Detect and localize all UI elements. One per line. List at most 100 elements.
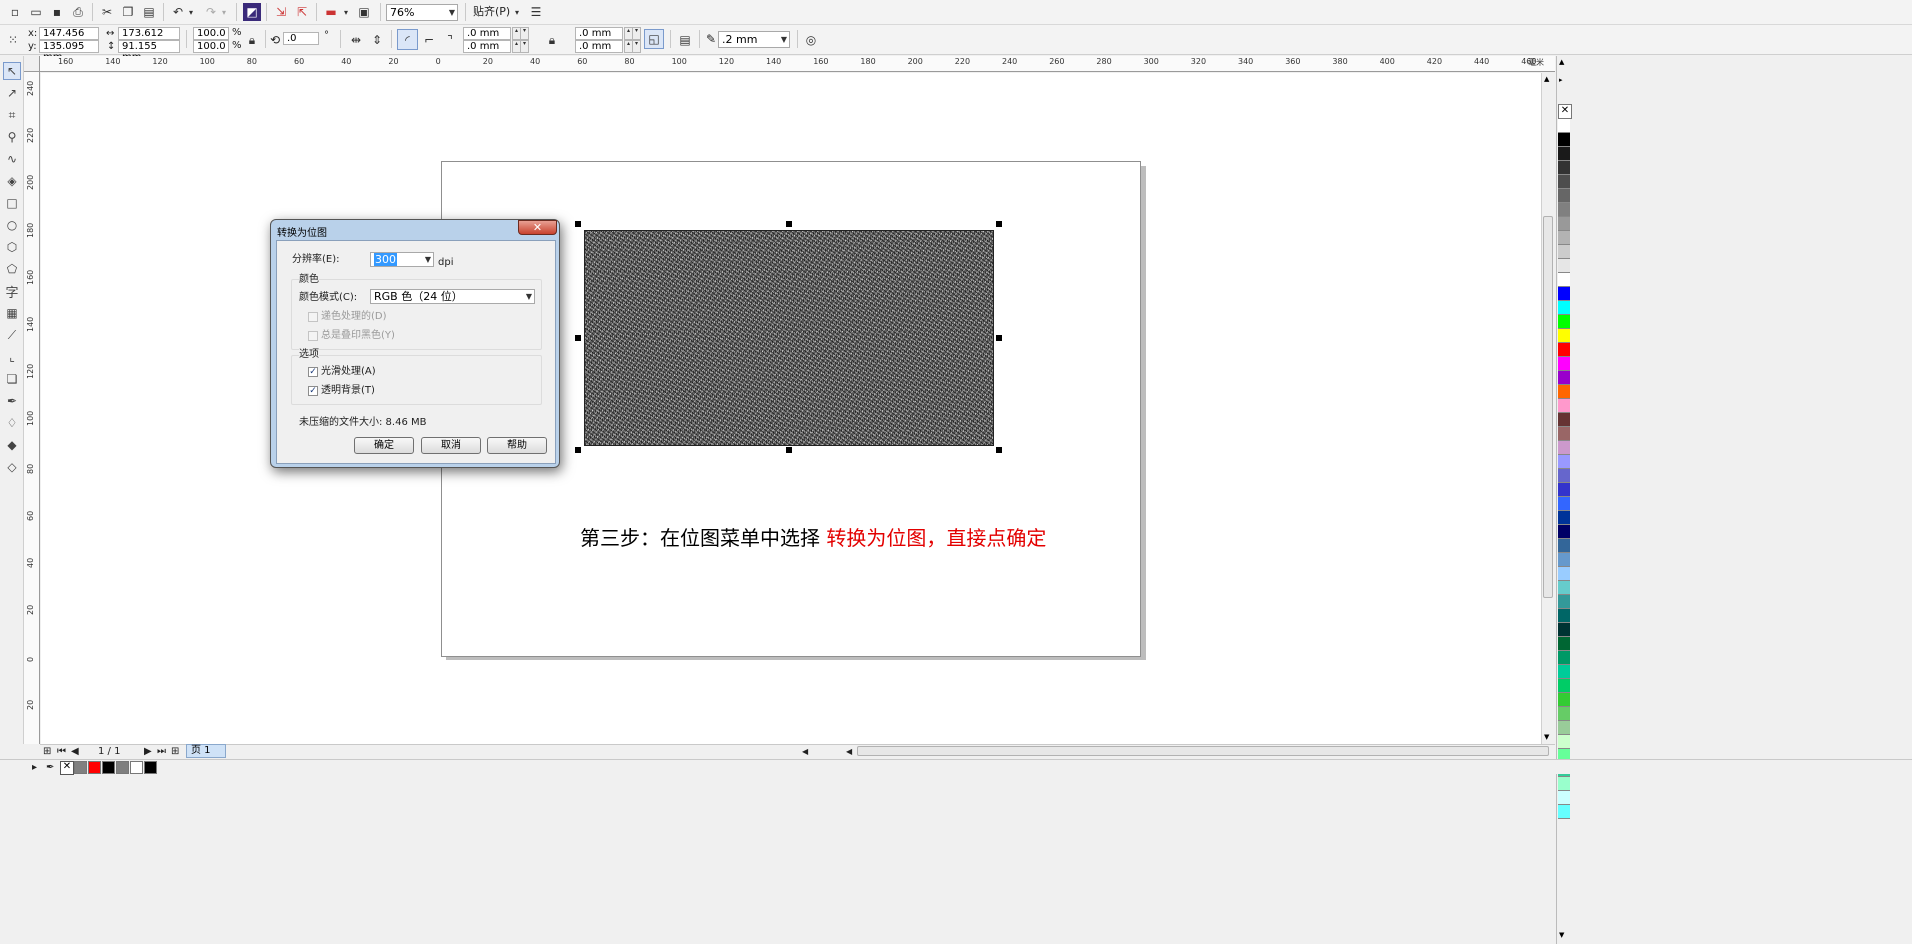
snap-to-button[interactable]: 贴齐(P) <box>473 6 510 18</box>
scallop-corner-icon[interactable]: ⌐ <box>420 31 438 49</box>
color-swatch[interactable] <box>1558 147 1570 161</box>
print-icon[interactable]: ⎙ <box>69 3 87 21</box>
rectangle-tool-icon[interactable]: □ <box>3 194 21 212</box>
document-color-swatch[interactable] <box>130 761 143 774</box>
mirror-vertical-icon[interactable]: ⇕ <box>368 31 386 49</box>
freehand-tool-icon[interactable]: ∿ <box>3 150 21 168</box>
color-swatch[interactable] <box>1558 175 1570 189</box>
color-swatch[interactable] <box>1558 525 1570 539</box>
connector-tool-icon[interactable]: ⌞ <box>3 348 21 366</box>
convert-to-curves-icon[interactable]: ◎ <box>802 31 820 49</box>
text-tool-icon[interactable]: 字 <box>3 282 21 301</box>
selected-noise-rectangle[interactable] <box>584 230 994 446</box>
spin-down-icon[interactable]: ▾ <box>632 40 641 53</box>
color-swatch[interactable] <box>1558 399 1570 413</box>
selection-handle[interactable] <box>575 335 581 341</box>
selection-handle[interactable] <box>996 221 1002 227</box>
redo-icon[interactable]: ↷ <box>202 3 220 21</box>
color-swatch[interactable] <box>1558 343 1570 357</box>
width-input[interactable]: 173.612 mm <box>118 27 180 50</box>
search-content-icon[interactable]: ◩ <box>243 3 261 21</box>
dimension-tool-icon[interactable]: ⟋ <box>3 326 21 344</box>
selection-handle[interactable] <box>996 335 1002 341</box>
dither-checkbox[interactable] <box>308 312 318 322</box>
color-swatch[interactable] <box>1558 567 1570 581</box>
cut-icon[interactable]: ✂ <box>98 3 116 21</box>
document-color-swatch[interactable] <box>88 761 101 774</box>
chamfer-corner-icon[interactable]: ⌝ <box>441 31 459 49</box>
horizontal-ruler[interactable]: 160 140 120 100 80 60 40 20 0 20 40 60 80 100 120 140 16… <box>40 56 1555 72</box>
no-color-icon[interactable]: ✕ <box>1558 104 1572 119</box>
color-swatch[interactable] <box>1558 385 1570 399</box>
color-swatch[interactable] <box>1558 707 1570 721</box>
height-input[interactable]: 91.155 mm <box>118 40 180 63</box>
mirror-horizontal-icon[interactable]: ⇹ <box>347 31 365 49</box>
document-color-swatch[interactable] <box>102 761 115 774</box>
new-document-icon[interactable]: ▫ <box>6 3 24 21</box>
spin-down-icon[interactable]: ▾ <box>520 27 529 40</box>
color-swatch[interactable] <box>1558 357 1570 371</box>
undo-dropdown-icon[interactable]: ▾ <box>186 3 196 21</box>
next-page-icon[interactable]: ▶ <box>144 746 152 758</box>
table-tool-icon[interactable]: ▦ <box>3 304 21 322</box>
color-swatch[interactable] <box>1558 581 1570 595</box>
color-swatch[interactable] <box>1558 413 1570 427</box>
help-button[interactable]: 帮助 <box>487 437 547 454</box>
outline-width-select[interactable]: .2 mm ▼ <box>718 31 790 48</box>
copy-icon[interactable]: ❐ <box>119 3 137 21</box>
color-swatch[interactable] <box>1558 735 1570 749</box>
color-swatch[interactable] <box>1558 791 1570 805</box>
color-swatch[interactable] <box>1558 511 1570 525</box>
color-swatch[interactable] <box>1558 721 1570 735</box>
color-swatch[interactable] <box>1558 497 1570 511</box>
color-swatch[interactable] <box>1558 161 1570 175</box>
color-swatch[interactable] <box>1558 623 1570 637</box>
first-page-icon[interactable]: ⏮ <box>57 746 66 758</box>
palette-scroll-down-icon[interactable]: ▼ <box>1559 931 1564 939</box>
launcher-dropdown-icon[interactable]: ▾ <box>341 3 351 21</box>
zoom-tool-icon[interactable]: ⚲ <box>3 128 21 146</box>
ok-button[interactable]: 确定 <box>354 437 414 454</box>
spin-down-icon[interactable]: ▾ <box>520 40 529 53</box>
ruler-origin[interactable] <box>24 56 40 72</box>
overprint-black-checkbox[interactable] <box>308 331 318 341</box>
color-swatch[interactable] <box>1558 539 1570 553</box>
export-icon[interactable]: ⇱ <box>293 3 311 21</box>
application-launcher-icon[interactable]: ▬ <box>322 3 340 21</box>
selection-handle[interactable] <box>996 447 1002 453</box>
selection-handle[interactable] <box>575 447 581 453</box>
selection-handle[interactable] <box>786 221 792 227</box>
transparent-background-checkbox[interactable]: ✓ <box>308 386 318 396</box>
color-swatch[interactable] <box>1558 679 1570 693</box>
color-swatch[interactable] <box>1558 483 1570 497</box>
previous-page-icon[interactable]: ◀ <box>71 746 79 758</box>
corner-radius-bottom-left-input[interactable]: .0 mm <box>463 40 511 53</box>
add-page-after-icon[interactable]: ⊞ <box>171 746 179 758</box>
color-swatch[interactable] <box>1558 273 1570 287</box>
color-swatch[interactable] <box>1558 315 1570 329</box>
color-swatch[interactable] <box>1558 777 1570 791</box>
vertical-scroll-thumb[interactable] <box>1543 216 1553 598</box>
vertical-ruler[interactable]: 240 220 200 180 160 140 120 100 80 60 40 20 0 20 <box>24 72 40 744</box>
color-swatch[interactable] <box>1558 427 1570 441</box>
scroll-down-icon[interactable]: ▼ <box>1544 733 1549 741</box>
selection-handle[interactable] <box>575 221 581 227</box>
color-swatch[interactable] <box>1558 637 1570 651</box>
color-swatch[interactable] <box>1558 217 1570 231</box>
smart-fill-tool-icon[interactable]: ◈ <box>3 172 21 190</box>
scroll-up-icon[interactable]: ▲ <box>1544 75 1549 83</box>
scale-x-input[interactable]: 100.0 <box>193 27 229 40</box>
color-swatch[interactable] <box>1558 203 1570 217</box>
eyedropper-icon[interactable]: ✒ <box>46 762 54 774</box>
selection-handle[interactable] <box>786 447 792 453</box>
resolution-select[interactable]: 300 ▼ <box>370 252 434 267</box>
color-swatch[interactable] <box>1558 371 1570 385</box>
last-page-icon[interactable]: ⏭ <box>157 746 166 758</box>
snap-dropdown-icon[interactable]: ▾ <box>512 3 522 21</box>
reference-point-icon[interactable]: ⁙ <box>4 31 22 49</box>
color-swatch[interactable] <box>1558 231 1570 245</box>
interactive-blend-tool-icon[interactable]: ❏ <box>3 370 21 388</box>
open-folder-icon[interactable]: ▭ <box>27 3 45 21</box>
welcome-screen-icon[interactable]: ▣ <box>355 3 373 21</box>
shape-tool-icon[interactable]: ↗ <box>3 84 21 102</box>
